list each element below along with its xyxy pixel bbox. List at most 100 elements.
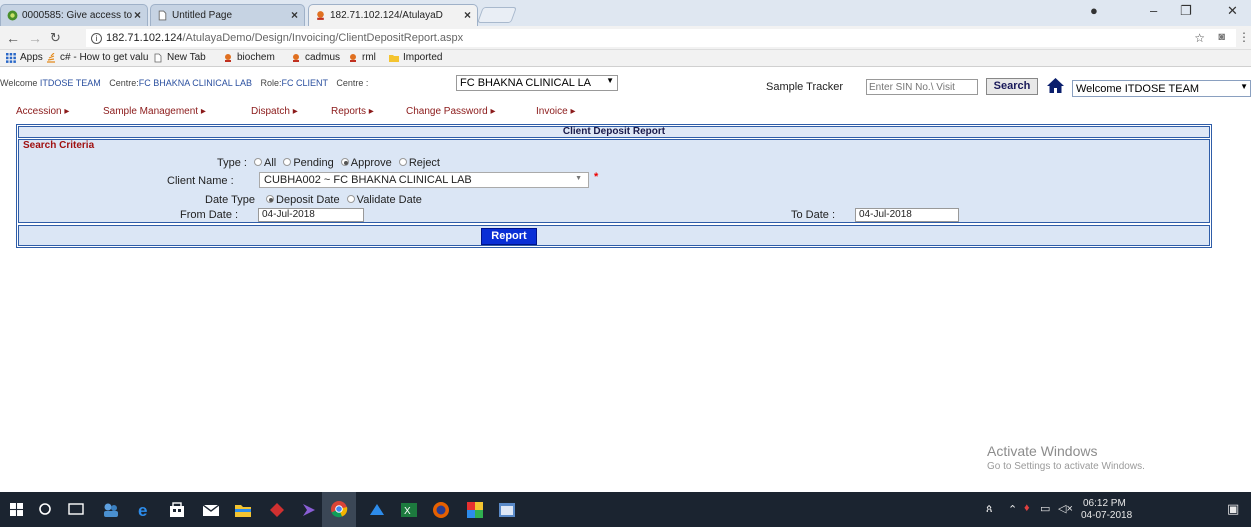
paint-icon[interactable] — [466, 501, 484, 519]
bookmark-biochem[interactable]: biochem — [223, 52, 275, 63]
back-arrow-icon[interactable]: ← — [6, 30, 20, 46]
report-panel: Client Deposit Report Search Criteria Ty… — [16, 124, 1212, 248]
client-name-select[interactable]: CUBHA002 ~ FC BHAKNA CLINICAL LAB ▼ — [259, 172, 589, 188]
edge-browser-icon[interactable]: e — [136, 501, 154, 519]
page-favicon-icon — [158, 10, 167, 21]
bookmark-newtab[interactable]: New Tab — [153, 52, 206, 63]
search-icon[interactable] — [38, 502, 52, 516]
notifications-icon[interactable]: ▣ — [1227, 501, 1239, 517]
centre-select-label: Centre : — [336, 78, 369, 88]
search-criteria-title: Search Criteria — [23, 140, 95, 151]
type-approve-radio[interactable] — [340, 158, 349, 167]
close-tab-icon[interactable]: × — [134, 8, 141, 22]
sample-tracker-label: Sample Tracker — [766, 81, 844, 93]
site-favicon-icon — [225, 53, 231, 62]
menu-label: Change Password — [406, 106, 488, 117]
windows-start-icon[interactable] — [10, 503, 23, 516]
role-label: Role: — [260, 78, 282, 88]
app-blue-icon[interactable] — [368, 501, 386, 519]
people-icon[interactable] — [102, 501, 120, 519]
app-red-icon[interactable] — [268, 501, 286, 519]
bookmark-apps[interactable]: Apps — [6, 52, 43, 63]
menu-label: Sample Management — [103, 106, 199, 117]
camera-icon[interactable]: ◙ — [1218, 31, 1225, 43]
new-tab-button[interactable] — [477, 7, 517, 23]
menu-reports[interactable]: Reports ▸ — [331, 106, 374, 117]
menu-accession[interactable]: Accession ▸ — [16, 106, 69, 117]
close-tab-icon[interactable]: × — [291, 8, 298, 22]
welcome-label: Welcome — [0, 78, 38, 88]
reload-icon[interactable]: ↻ — [50, 30, 61, 46]
to-date-input[interactable]: 04-Jul-2018 — [855, 208, 959, 222]
report-button[interactable]: Report — [481, 228, 537, 245]
bookmark-cadmus[interactable]: cadmus — [291, 52, 340, 63]
from-date-label: From Date : — [180, 209, 239, 221]
browser-tab-untitled[interactable]: Untitled Page × — [150, 4, 305, 26]
chevron-down-icon: ▼ — [1240, 82, 1248, 91]
tab-label: 0000585: Give access to — [22, 10, 133, 21]
menu-dots-icon[interactable]: ⋮ — [1238, 30, 1250, 44]
people-tray-icon[interactable]: ጰ — [986, 503, 993, 516]
menu-change-password[interactable]: Change Password ▸ — [406, 106, 496, 117]
bookmark-rml[interactable]: rml — [348, 52, 376, 63]
url-path: /AtulayaDemo/Design/Invoicing/ClientDepo… — [182, 32, 464, 44]
bookmark-imported[interactable]: Imported — [389, 52, 442, 63]
forward-arrow-icon[interactable]: → — [28, 30, 42, 46]
chevron-down-icon: ▼ — [575, 175, 582, 182]
report-title: Client Deposit Report — [18, 126, 1210, 138]
date-type-label: Date Type — [205, 194, 255, 206]
bookmark-label: Imported — [403, 52, 443, 63]
site-favicon-icon — [350, 53, 356, 62]
chrome-taskbar-active[interactable] — [322, 492, 356, 527]
menu-label: Invoice — [536, 106, 568, 117]
deposit-date-radio[interactable] — [266, 195, 275, 204]
clock-time[interactable]: 06:12 PM — [1083, 498, 1126, 509]
shield-icon[interactable]: ♦ — [1024, 502, 1030, 514]
minimize-icon[interactable]: – — [1150, 3, 1157, 18]
browser-tab-mantis[interactable]: 0000585: Give access to × — [0, 4, 148, 26]
welcome-user: ITDOSE TEAM — [39, 78, 101, 88]
chevron-up-icon[interactable]: ⌃ — [1008, 503, 1017, 516]
menu-arrow-icon: ▸ — [64, 106, 70, 117]
network-icon[interactable]: ▭ — [1040, 502, 1050, 515]
chevron-down-icon: ▼ — [606, 76, 614, 85]
address-bar-row: ← → ↻ i 182.71.102.124/AtulayaDemo/Desig… — [0, 26, 1251, 50]
type-reject-radio[interactable] — [398, 158, 407, 167]
restore-icon[interactable]: ❐ — [1180, 3, 1192, 19]
clock-date[interactable]: 04-07-2018 — [1081, 510, 1132, 521]
menu-invoice[interactable]: Invoice ▸ — [536, 106, 576, 117]
browser-tab-active[interactable]: 182.71.102.124/AtulayaD × — [308, 4, 478, 26]
home-icon[interactable] — [1047, 78, 1064, 93]
url-field[interactable]: i 182.71.102.124/AtulayaDemo/Design/Invo… — [86, 29, 1236, 47]
task-view-icon[interactable] — [68, 503, 84, 515]
centre-select[interactable]: FC BHAKNA CLINICAL LA ▼ — [456, 75, 618, 91]
store-icon[interactable] — [168, 501, 186, 519]
type-all-radio[interactable] — [254, 158, 263, 167]
to-date-label: To Date : — [791, 209, 836, 221]
sin-input[interactable] — [866, 79, 978, 95]
apps-grid-icon — [6, 52, 16, 63]
mail-icon[interactable] — [202, 501, 220, 519]
bookmark-csharp[interactable]: c# - How to get valu — [46, 52, 148, 63]
app-header: Welcome ITDOSE TEAM Centre:FC BHAKNA CLI… — [0, 72, 1251, 102]
from-date-input[interactable]: 04-Jul-2018 — [258, 208, 364, 222]
type-pending-radio[interactable] — [283, 158, 292, 167]
menu-sample-management[interactable]: Sample Management ▸ — [103, 106, 206, 117]
validate-date-radio[interactable] — [346, 195, 355, 204]
search-button[interactable]: Search — [986, 78, 1038, 95]
visual-studio-icon[interactable] — [300, 501, 318, 519]
profile-icon[interactable]: ● — [1090, 3, 1098, 18]
file-explorer-icon[interactable] — [234, 501, 252, 519]
close-tab-icon[interactable]: × — [464, 8, 471, 22]
user-select[interactable]: Welcome ITDOSE TEAM ▼ — [1072, 80, 1251, 97]
excel-icon[interactable]: X — [400, 501, 418, 519]
user-info: Welcome ITDOSE TEAM Centre:FC BHAKNA CLI… — [0, 78, 368, 88]
firefox-icon[interactable] — [432, 501, 450, 519]
volume-icon[interactable]: ◁× — [1058, 502, 1073, 515]
bookmark-star-icon[interactable]: ☆ — [1194, 31, 1205, 45]
app-window-icon[interactable] — [498, 501, 516, 519]
radio-label: Pending — [293, 157, 334, 169]
menu-arrow-icon: ▸ — [292, 106, 298, 117]
close-window-icon[interactable]: ✕ — [1227, 3, 1238, 19]
menu-dispatch[interactable]: Dispatch ▸ — [251, 106, 298, 117]
